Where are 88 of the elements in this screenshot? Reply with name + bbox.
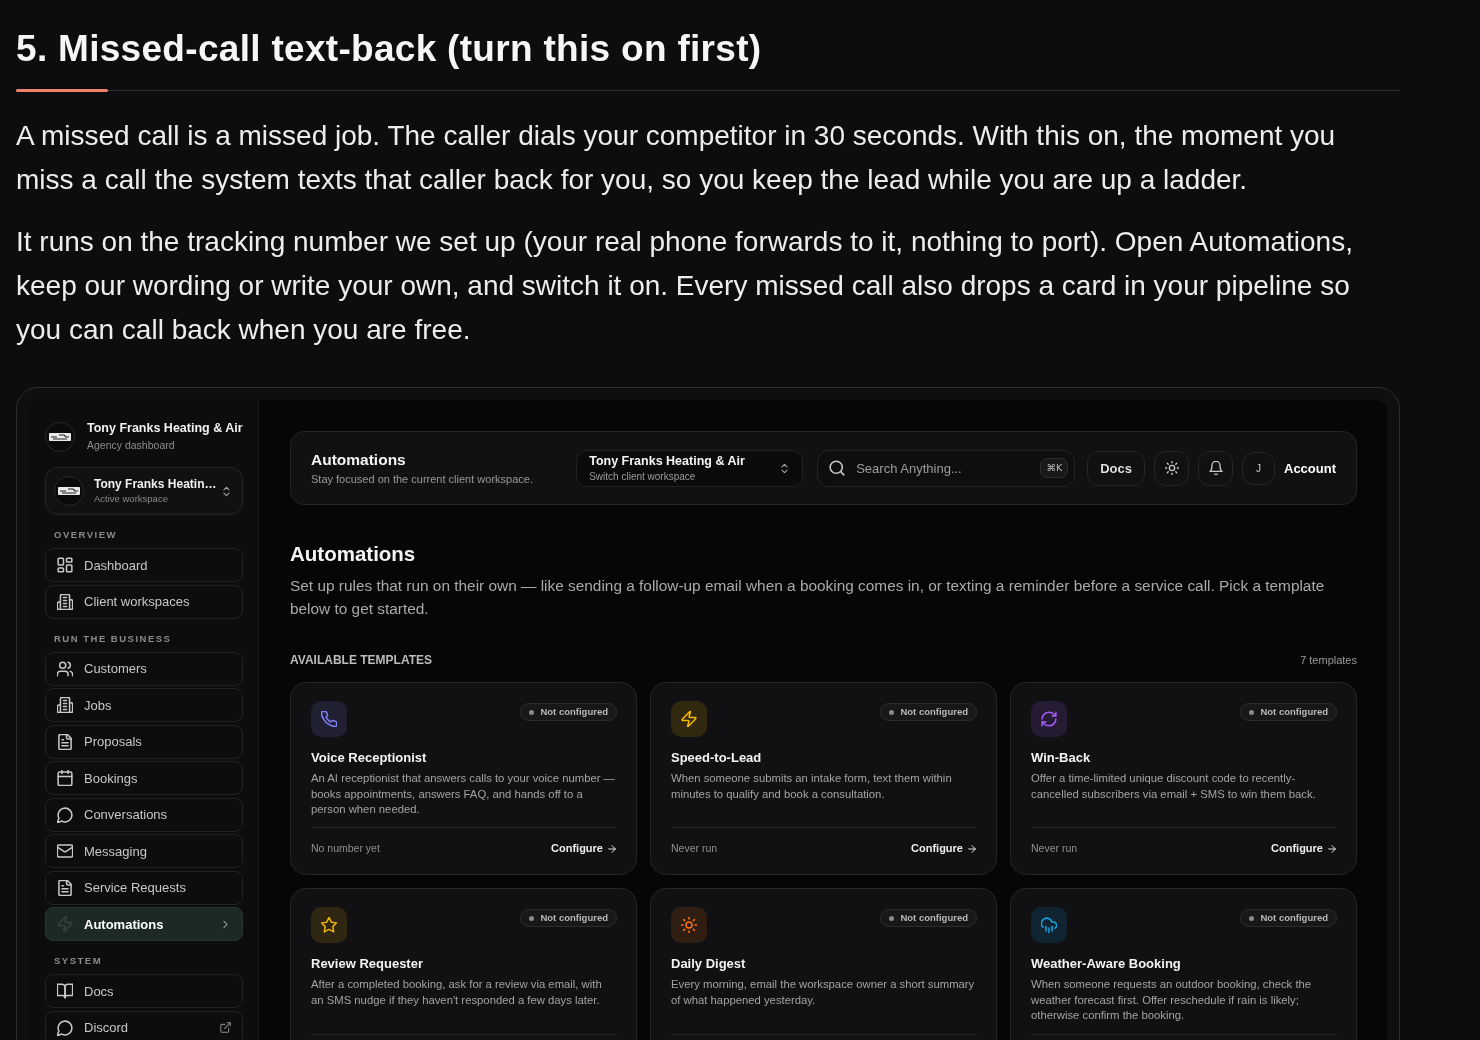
nav-item[interactable]: Customers [45,651,243,686]
section-label: OVERVIEW [54,529,119,541]
nav-item[interactable]: Docs [45,974,243,1008]
section-label: SYSTEM [54,955,104,967]
status-label: Not configured [1260,706,1328,718]
nav-item[interactable]: Proposals [45,724,243,759]
docs-button[interactable]: Docs [1087,450,1145,486]
chat-bubble-icon [57,1019,73,1036]
article-paragraph: It runs on the tracking number we set up (your real phone forwards to it, nothing to port). Open Automations, keep our wording or write your own, and switch it on. Every missed call also drops a card in your pipeline so you can call back when you are free. [16,225,1354,347]
template-description: An AI receptionist that answers calls to your voice number — books appointments, answers FAQ, and hands off to a person when needed. [311,771,616,817]
status-dot-icon [889,709,895,715]
template-title: Weather-Aware Booking [1031,956,1182,972]
configure-link[interactable]: Configure [551,841,617,856]
nav-item[interactable]: Messaging [45,834,243,868]
arrow-right-icon [607,843,617,854]
document-icon [57,733,73,750]
workspace-switcher[interactable]: Tony Franks Heatin… Active workspace [45,467,243,515]
calendar-icon [57,770,73,786]
section-heading: AVAILABLE TEMPLATES [290,652,432,668]
template-title: Speed-to-Lead [671,750,763,766]
external-link-icon [220,1022,231,1033]
template-description: Every morning, email the workspace owner a short summary of what happened yesterday. [671,977,976,1008]
document-icon [57,879,73,896]
template-description: After a completed booking, ask for a review via email, with an SMS nudge if they haven't responded a few days later. [311,977,603,1008]
org-name: Tony Franks Heating & Air [87,421,243,436]
notifications-button[interactable] [1198,450,1233,486]
chevron-right-icon [220,918,231,930]
nav-item[interactable]: Discord [45,1010,243,1040]
configure-link[interactable]: Configure [911,841,977,856]
status-label: Not configured [900,706,968,718]
arrow-right-icon [967,843,977,854]
users-icon [57,660,73,677]
chat-bubble-icon [57,806,73,823]
template-title: Review Requester [311,956,424,972]
topbar-subtitle: Stay focused on the current client workspace. [311,472,534,486]
nav-item[interactable]: Client workspaces [45,584,243,619]
status-dot-icon [529,915,535,921]
building-icon [57,697,73,713]
user-avatar[interactable]: J [1242,451,1275,485]
topbar-title: Automations [311,450,407,470]
workspace-switcher[interactable]: Tony Franks Heating & Air Switch client workspace [576,449,804,487]
sun-icon [1164,461,1179,475]
article-heading: 5. Missed-call text-back (turn this on first) [16,27,763,71]
grid-icon [57,557,73,573]
page-title: Automations [290,541,417,567]
nav-item[interactable]: Dashboard [45,548,243,582]
shortcut-hint: ⌘K [1040,458,1069,478]
status-dot-icon [889,915,895,921]
template-count: 7 templates [1300,653,1357,667]
theme-button[interactable] [1154,450,1189,486]
status-label: Not configured [540,706,608,718]
bell-icon [1208,461,1223,475]
building-icon [57,593,73,610]
status-label: Not configured [900,912,968,924]
nav-item[interactable]: Bookings [45,761,243,795]
up-down-chevron-icon [221,485,232,497]
search-icon [829,460,846,476]
template-title: Daily Digest [671,956,747,972]
account-button[interactable]: Account [1284,460,1336,476]
status-dot-icon [1249,709,1255,715]
article-paragraph: A missed call is a missed job. The caller dials your competitor in 30 seconds. With this on, the moment you miss a call the system texts that caller back for you, so you keep the lead while you are up a ladder. [16,119,1337,197]
footer-note: Never run [1031,841,1078,856]
logo-icon [54,476,84,506]
status-dot-icon [529,709,535,715]
org-subtitle: Agency dashboard [87,438,176,452]
status-dot-icon [1249,915,1255,921]
nav-item[interactable]: Automations [45,907,243,941]
status-label: Not configured [540,912,608,924]
template-description: When someone submits an intake form, text them within minutes to qualify and book a consultation. [671,771,953,802]
nav-item[interactable]: Conversations [45,797,243,832]
bolt-icon [57,916,73,932]
logo-icon [45,421,75,452]
envelope-icon [57,843,73,859]
template-title: Win-Back [1031,750,1092,766]
configure-link[interactable]: Configure [1271,841,1337,856]
template-title: Voice Receptionist [311,750,428,766]
section-label: RUN THE BUSINESS [54,632,173,645]
page-description: Set up rules that run on their own — like sending a follow-up email when a booking comes in, or texting a reminder before a service call. Pick a template below to get started. [290,576,1326,619]
book-icon [57,983,73,999]
template-description: Offer a time-limited unique discount code to recently-cancelled subscribers via email + SMS to win them back. [1031,771,1317,802]
nav-item[interactable]: Service Requests [45,870,243,905]
footer-note: Never run [671,841,718,856]
arrow-right-icon [1327,843,1337,854]
up-down-chevron-icon [779,462,791,474]
nav-item[interactable]: Jobs [45,688,243,722]
footer-note: No number yet [311,841,380,856]
template-description: When someone requests an outdoor booking, check the weather forecast first. Offer reschedule if rain is likely; otherwise confirm the booking. [1031,977,1313,1023]
status-label: Not configured [1260,912,1328,924]
